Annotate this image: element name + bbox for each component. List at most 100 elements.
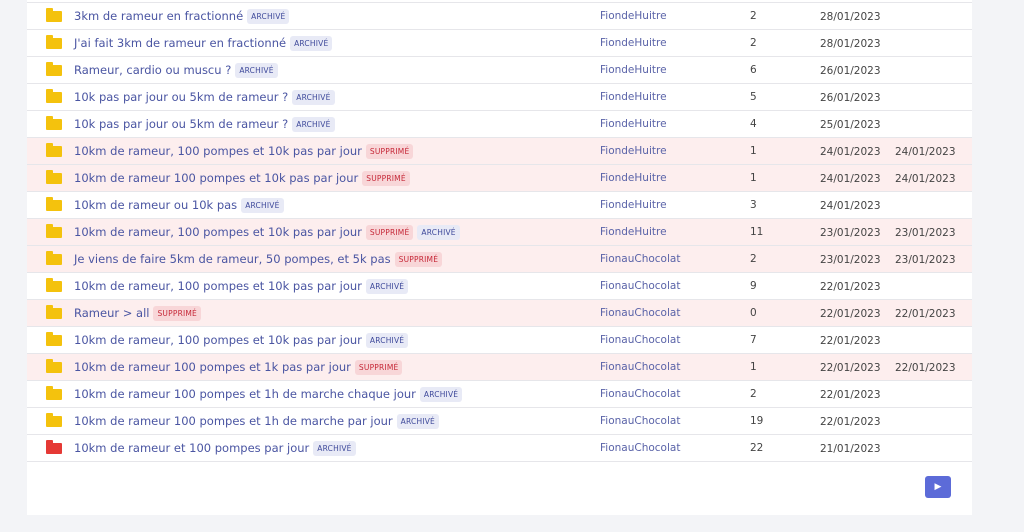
play-arrow-icon: ▶ [934,482,942,492]
table-row[interactable]: 10km de rameur 100 pompes et 1h de march… [27,380,972,407]
author-link[interactable]: FionauChocolat [600,361,680,373]
reply-count: 1 [750,361,757,373]
created-date: 28/01/2023 [820,38,881,50]
author-link[interactable]: FionauChocolat [600,334,680,346]
created-date: 25/01/2023 [820,119,881,131]
author-link[interactable]: FiondeHuitre [600,226,667,238]
topic-title-link[interactable]: 10km de rameur 100 pompes et 1h de march… [74,387,416,401]
topic-title-link[interactable]: 10km de rameur, 100 pompes et 10k pas pa… [74,225,362,239]
table-row[interactable]: 10km de rameur ou 10k pas ARCHIVÉ FiondeHu… [27,191,972,218]
table-row[interactable]: 10k pas par jour ou 5km de rameur ? ARCHI… [27,110,972,137]
topic-list-panel: 3km de rameur en fractionné ARCHIVÉ Fionde… [27,0,972,515]
table-row[interactable]: 3km de rameur en fractionné ARCHIVÉ Fionde… [27,2,972,29]
author-link[interactable]: FiondeHuitre [600,118,667,130]
author-link[interactable]: FionauChocolat [600,388,680,400]
folder-icon [46,143,62,157]
topic-title-link[interactable]: Rameur > all [74,306,149,320]
topic-title-cell: 10km de rameur, 100 pompes et 10k pas pa… [74,327,409,353]
reply-count: 19 [750,415,764,427]
folder-icon [46,8,62,22]
topic-title-link[interactable]: 10km de rameur 100 pompes et 1h de march… [74,414,393,428]
folder-icon [46,359,62,373]
reply-count: 6 [750,64,757,76]
reply-count: 9 [750,280,757,292]
created-date: 22/01/2023 [820,362,881,374]
reply-count: 2 [750,10,757,22]
archived-badge: ARCHIVÉ [365,332,409,348]
created-date: 24/01/2023 [820,146,881,158]
deleted-badge: SUPPRIMÉ [362,170,410,186]
topic-title-link[interactable]: 10k pas par jour ou 5km de rameur ? [74,90,288,104]
topic-title-link[interactable]: 10km de rameur, 100 pompes et 10k pas pa… [74,144,362,158]
author-link[interactable]: FionauChocolat [600,280,680,292]
topic-title-cell: 10km de rameur 100 pompes et 1k pas par … [74,354,403,380]
created-date: 21/01/2023 [820,443,881,455]
table-row[interactable]: Rameur > all SUPPRIMÉ FionauChocolat 0 22/01… [27,299,972,326]
reply-count: 1 [750,172,757,184]
folder-icon [46,62,62,76]
table-row[interactable]: 10km de rameur 100 pompes et 1h de march… [27,407,972,434]
table-row[interactable]: 10k pas par jour ou 5km de rameur ? ARCHI… [27,83,972,110]
archived-badge: ARCHIVÉ [235,62,278,78]
topic-title-cell: 10km de rameur 100 pompes et 10k pas par… [74,165,410,191]
reply-count: 5 [750,91,757,103]
table-row[interactable]: Je viens de faire 5km de rameur, 50 pomp… [27,245,972,272]
created-date: 22/01/2023 [820,335,881,347]
author-link[interactable]: FionauChocolat [600,253,680,265]
author-link[interactable]: FiondeHuitre [600,145,667,157]
topic-title-link[interactable]: 10km de rameur 100 pompes et 1k pas par … [74,360,351,374]
table-row[interactable]: Rameur, cardio ou muscu ? ARCHIVÉ FiondeHu… [27,56,972,83]
topic-title-link[interactable]: J'ai fait 3km de rameur en fractionné [74,36,286,50]
topic-title-cell: 10km de rameur et 100 pompes par jour ARC… [74,435,356,461]
folder-icon [46,35,62,49]
topic-title-link[interactable]: Rameur, cardio ou muscu ? [74,63,231,77]
folder-icon [46,89,62,103]
author-link[interactable]: FiondeHuitre [600,64,667,76]
topic-title-link[interactable]: 10km de rameur, 100 pompes et 10k pas pa… [74,279,362,293]
reply-count: 1 [750,145,757,157]
topic-title-link[interactable]: 10km de rameur ou 10k pas [74,198,237,212]
table-row[interactable]: 10km de rameur 100 pompes et 10k pas par… [27,164,972,191]
author-link[interactable]: FiondeHuitre [600,10,667,22]
deleted-date: 23/01/2023 [895,227,956,239]
table-row[interactable]: 10km de rameur, 100 pompes et 10k pas pa… [27,137,972,164]
next-page-button[interactable]: ▶ [925,476,951,498]
table-row[interactable]: J'ai fait 3km de rameur en fractionné ARC… [27,29,972,56]
author-link[interactable]: FiondeHuitre [600,37,667,49]
folder-icon [46,197,62,211]
topic-title-cell: 10km de rameur ou 10k pas ARCHIVÉ [74,192,284,218]
author-link[interactable]: FiondeHuitre [600,91,667,103]
author-link[interactable]: FiondeHuitre [600,172,667,184]
folder-icon [46,305,62,319]
reply-count: 0 [750,307,757,319]
topic-title-link[interactable]: 10km de rameur, 100 pompes et 10k pas pa… [74,333,362,347]
topic-title-cell: 10k pas par jour ou 5km de rameur ? ARCHI… [74,84,335,110]
author-link[interactable]: FionauChocolat [600,307,680,319]
table-row[interactable]: 10km de rameur, 100 pompes et 10k pas pa… [27,218,972,245]
author-link[interactable]: FionauChocolat [600,442,680,454]
folder-icon [46,413,62,427]
topic-title-link[interactable]: 10km de rameur 100 pompes et 10k pas par… [74,171,358,185]
table-row[interactable]: 10km de rameur, 100 pompes et 10k pas pa… [27,326,972,353]
created-date: 28/01/2023 [820,11,881,23]
reply-count: 2 [750,37,757,49]
archived-badge: ARCHIVÉ [241,197,284,213]
author-link[interactable]: FiondeHuitre [600,199,667,211]
folder-icon [46,170,62,184]
created-date: 24/01/2023 [820,173,881,185]
topic-title-link[interactable]: 10km de rameur et 100 pompes par jour [74,441,309,455]
topic-title-link[interactable]: Je viens de faire 5km de rameur, 50 pomp… [74,252,391,266]
author-link[interactable]: FionauChocolat [600,415,680,427]
topic-title-cell: 3km de rameur en fractionné ARCHIVÉ [74,3,290,29]
table-row[interactable]: 10km de rameur et 100 pompes par jour ARC… [27,434,972,462]
topic-title-link[interactable]: 3km de rameur en fractionné [74,9,243,23]
reply-count: 11 [750,226,764,238]
table-row[interactable]: 10km de rameur, 100 pompes et 10k pas pa… [27,272,972,299]
reply-count: 3 [750,199,757,211]
topic-title-cell: 10km de rameur 100 pompes et 1h de march… [74,381,463,407]
topic-title-cell: 10k pas par jour ou 5km de rameur ? ARCHI… [74,111,335,137]
table-row[interactable]: 10km de rameur 100 pompes et 1k pas par … [27,353,972,380]
topic-title-cell: J'ai fait 3km de rameur en fractionné ARC… [74,30,333,56]
folder-icon [46,251,62,265]
topic-title-link[interactable]: 10k pas par jour ou 5km de rameur ? [74,117,288,131]
